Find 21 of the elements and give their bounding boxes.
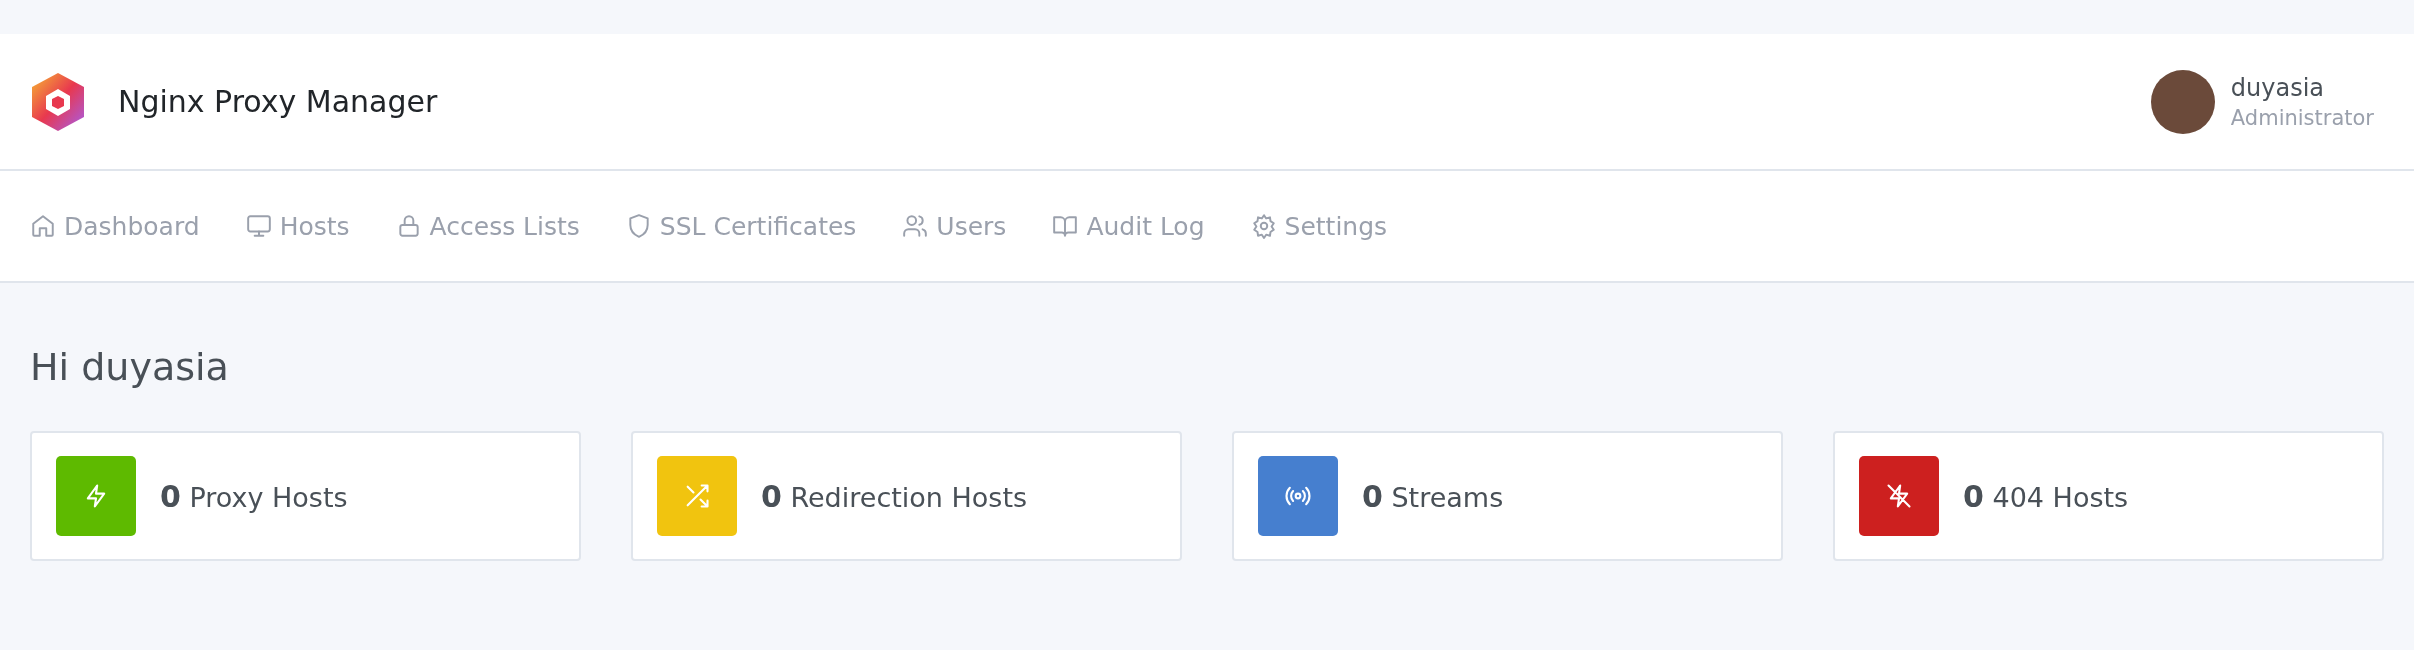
users-icon <box>902 213 929 239</box>
nav-link[interactable]: Audit Log <box>1052 211 1205 241</box>
user-name: duyasia <box>2230 73 2326 102</box>
nav-link[interactable]: Access Lists <box>395 211 580 241</box>
monitor-icon <box>245 213 272 239</box>
nav-link[interactable]: Hosts <box>245 211 350 241</box>
settings-icon <box>1250 213 1277 239</box>
app-title: Nginx Proxy Manager <box>118 84 438 119</box>
stat-label: 0 Redirection Hosts <box>761 478 1028 514</box>
nav-link[interactable]: SSL Certificates <box>625 211 857 241</box>
home-icon <box>30 213 56 239</box>
user-role: Administrator <box>2230 105 2374 130</box>
book-icon <box>1052 213 1079 239</box>
stat-label: 0 Streams <box>1362 478 1504 514</box>
nav-link[interactable]: Users <box>902 211 1007 241</box>
greeting-heading: Hi duyasia <box>30 345 230 389</box>
stat-label: 0 404 Hosts <box>1963 478 2129 514</box>
stat-label: 0 Proxy Hosts <box>160 478 348 514</box>
nav-link[interactable]: Settings <box>1250 211 1388 241</box>
nav-link[interactable]: Dashboard <box>30 211 200 241</box>
hexagon-logo-icon <box>30 70 86 133</box>
